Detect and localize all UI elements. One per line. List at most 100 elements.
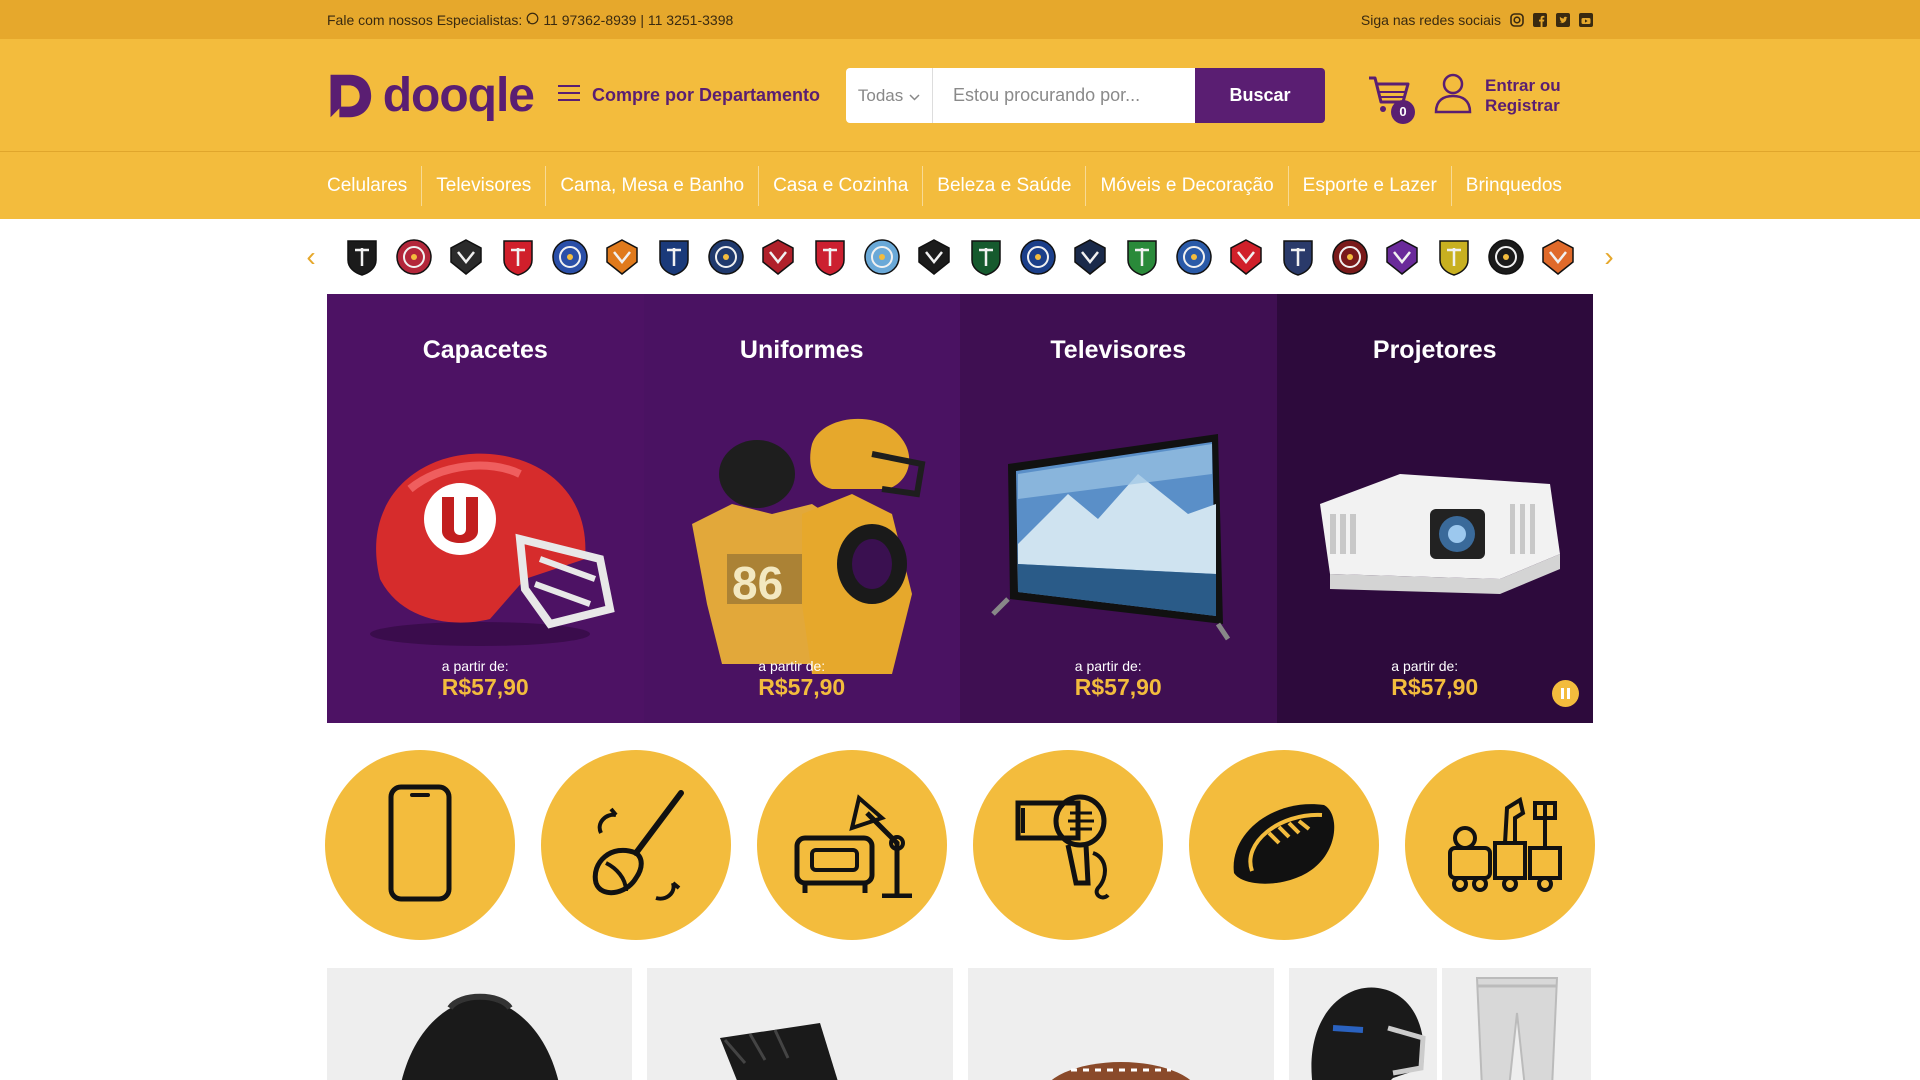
teams-carousel: ‹ › [0, 219, 1920, 294]
category-casa-cozinha[interactable]: Casa e Cozinha [759, 165, 924, 206]
team-crest-icon[interactable] [809, 236, 851, 278]
contact-info: Fale com nossos Especialistas: 11 97362-… [327, 12, 733, 28]
cart-count-badge: 0 [1391, 99, 1416, 124]
youtube-icon[interactable] [1578, 12, 1593, 27]
team-crest-icon[interactable] [497, 236, 539, 278]
black-helmet-image [1311, 987, 1426, 1080]
category-cama-mesa-banho[interactable]: Cama, Mesa e Banho [546, 165, 760, 206]
whatsapp-icon [526, 12, 539, 28]
carousel-next-icon[interactable]: › [1597, 241, 1621, 273]
price-prefix: a partir de: [758, 658, 826, 674]
product-thumb-ball[interactable] [968, 968, 1274, 1080]
product-thumbnails [327, 968, 1593, 1080]
team-crest-icon[interactable] [393, 236, 435, 278]
category-televisores[interactable]: Televisores [422, 165, 547, 206]
team-crest-icon[interactable] [1381, 236, 1423, 278]
banner-price: R$57,90 [441, 674, 529, 700]
twitter-icon[interactable] [1555, 12, 1570, 27]
site-logo[interactable]: dooqle [327, 68, 535, 124]
search-input[interactable] [933, 68, 1196, 123]
gloves-image [720, 1023, 838, 1080]
banner-panel-uniformes[interactable]: Uniformes 86 a partir de: R$57,90 [643, 294, 960, 723]
team-crest-icon[interactable] [1485, 236, 1527, 278]
dept-circle-casa-cozinha[interactable] [541, 750, 731, 940]
account-login-link[interactable]: Entrar ou Registrar [1433, 72, 1561, 119]
search-scope-value: Todas [857, 85, 904, 105]
football-icon [1224, 793, 1344, 898]
top-strip: Fale com nossos Especialistas: 11 97362-… [0, 0, 1920, 39]
search-button[interactable]: Buscar [1195, 68, 1326, 123]
price-prefix: a partir de: [1391, 658, 1459, 674]
instagram-icon[interactable] [1509, 12, 1524, 27]
dept-circle-moveis-decoracao[interactable] [757, 750, 947, 940]
product-thumb-helmet[interactable] [1289, 968, 1437, 1080]
team-crest-icon[interactable] [341, 236, 383, 278]
dept-circle-esporte-lazer[interactable] [1189, 750, 1379, 940]
account-line1: Entrar ou [1485, 75, 1561, 95]
search-scope-select[interactable]: Todas [846, 68, 934, 123]
category-brinquedos[interactable]: Brinquedos [1452, 166, 1562, 206]
logo-mark-icon [330, 74, 372, 117]
team-crest-icon[interactable] [1433, 236, 1475, 278]
banner-price: R$57,90 [758, 674, 846, 700]
hair-dryer-icon [1008, 783, 1128, 908]
dept-circle-brinquedos[interactable] [1405, 750, 1595, 940]
team-crest-icon[interactable] [1069, 236, 1111, 278]
product-thumb-gloves[interactable] [647, 968, 953, 1080]
contact-label: Fale com nossos Especialistas: [327, 11, 523, 28]
team-crest-icon[interactable] [1225, 236, 1267, 278]
football-pants-image [1475, 977, 1558, 1080]
team-crest-icon[interactable] [757, 236, 799, 278]
team-crest-icon[interactable] [1277, 236, 1319, 278]
banner-title: Capacetes [422, 336, 548, 364]
cart-button[interactable]: 0 [1367, 72, 1416, 124]
shoulder-pads-image [401, 993, 558, 1080]
team-crest-icon[interactable] [1121, 236, 1163, 278]
category-esporte-lazer[interactable]: Esporte e Lazer [1289, 165, 1452, 206]
dept-circle-beleza-saude[interactable] [973, 750, 1163, 940]
team-crest-icon[interactable] [965, 236, 1007, 278]
contact-phones[interactable]: 11 97362-8939 | 11 3251-3398 [543, 12, 733, 28]
product-thumb-shoulder-pads[interactable] [327, 968, 632, 1080]
team-crest-icon[interactable] [913, 236, 955, 278]
team-crest-icon[interactable] [1537, 236, 1579, 278]
carousel-prev-icon[interactable]: ‹ [299, 241, 323, 273]
team-crest-row [341, 236, 1579, 278]
category-beleza-saude[interactable]: Beleza e Saúde [923, 165, 1087, 206]
whisk-icon [581, 783, 691, 908]
banner-panel-televisores[interactable]: Televisores a partir de: R$57,90 [960, 294, 1277, 723]
banner-panel-capacetes[interactable]: Capacetes a partir de: R$57,90 [327, 294, 644, 723]
team-crest-icon[interactable] [1329, 236, 1371, 278]
team-crest-icon[interactable] [653, 236, 695, 278]
pause-icon[interactable] [1552, 680, 1579, 707]
search-bar: Todas Buscar [846, 68, 1326, 123]
main-header: dooqle Compre por Departamento Todas Bus… [0, 39, 1920, 152]
user-icon [1433, 72, 1473, 119]
toys-icon [1435, 788, 1565, 903]
department-menu-button[interactable]: Compre por Departamento [558, 85, 820, 106]
banner-price: R$57,90 [1074, 674, 1162, 700]
football-ball-image [1051, 1062, 1191, 1080]
team-crest-icon[interactable] [1173, 236, 1215, 278]
team-crest-icon[interactable] [861, 236, 903, 278]
team-crest-icon[interactable] [1017, 236, 1059, 278]
account-line2: Registrar [1485, 95, 1560, 115]
category-celulares[interactable]: Celulares [327, 165, 423, 206]
hamburger-icon [558, 85, 580, 106]
team-crest-icon[interactable] [445, 236, 487, 278]
department-label: Compre por Departamento [592, 85, 821, 105]
furniture-lamp-icon [787, 788, 917, 903]
svg-text:86: 86 [732, 557, 783, 609]
team-crest-icon[interactable] [705, 236, 747, 278]
facebook-icon[interactable] [1532, 12, 1547, 27]
chevron-down-icon [909, 86, 920, 106]
team-crest-icon[interactable] [601, 236, 643, 278]
category-moveis-decoracao[interactable]: Móveis e Decoração [1086, 165, 1289, 206]
dept-circle-celulares[interactable] [325, 750, 515, 940]
product-thumb-pants[interactable] [1442, 968, 1591, 1080]
category-nav: Celulares Televisores Cama, Mesa e Banho… [0, 152, 1920, 219]
banner-price: R$57,90 [1391, 674, 1479, 700]
team-crest-icon[interactable] [549, 236, 591, 278]
banner-panel-projetores[interactable]: Projetores a partir de: R$57,90 [1276, 294, 1593, 723]
banner-title: Televisores [1050, 336, 1187, 364]
